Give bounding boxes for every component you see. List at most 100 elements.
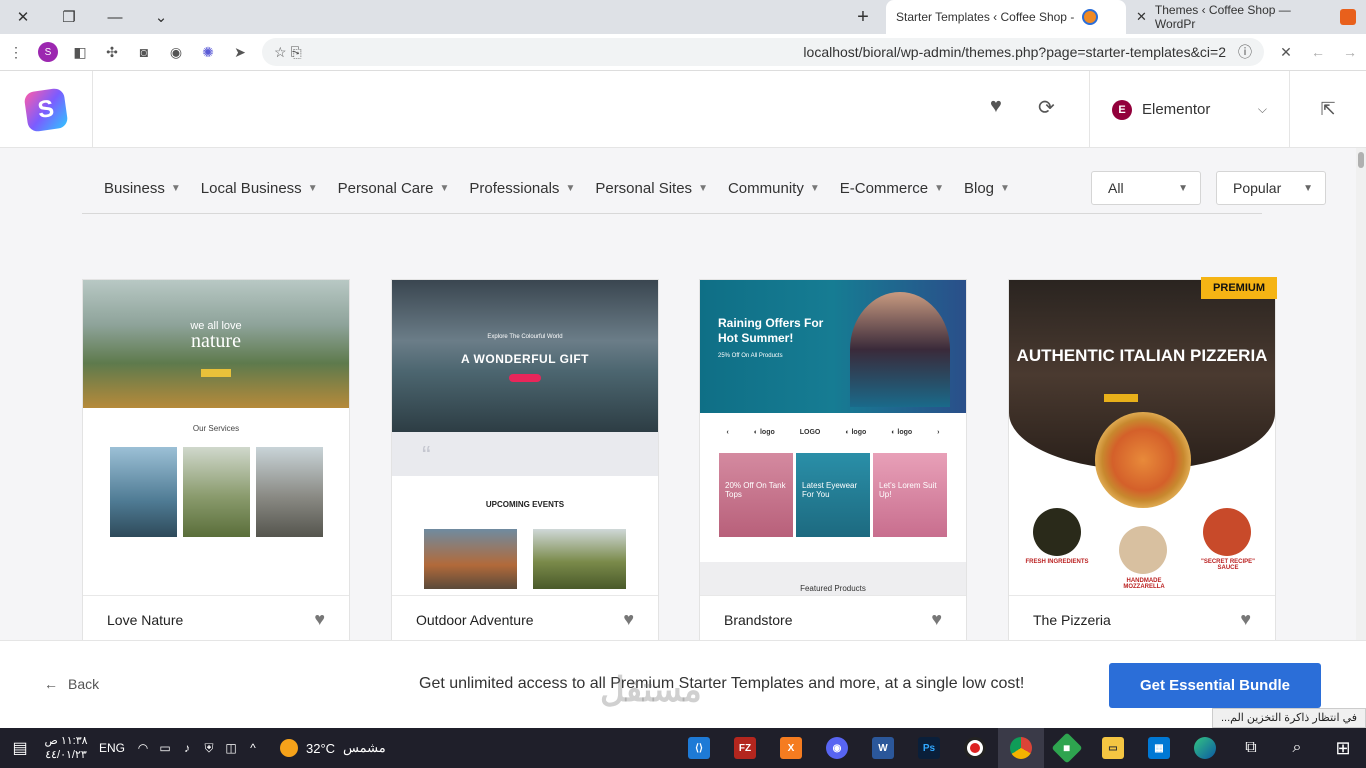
template-name: Outdoor Adventure bbox=[416, 611, 534, 628]
tab-search-icon[interactable]: ⌄ bbox=[138, 0, 184, 34]
file-explorer-icon[interactable]: ▭ bbox=[1090, 728, 1136, 768]
clock[interactable]: ١١:٣٨ ص ٤٤/٠١/٢٣ bbox=[40, 734, 92, 762]
site-info-icon[interactable]: ⓘ bbox=[1238, 42, 1252, 62]
template-preview[interactable]: Raining Offers For Hot Summer! 25% Off O… bbox=[700, 280, 966, 596]
forward-arrow-icon[interactable]: → bbox=[1334, 34, 1366, 71]
tab-close-icon[interactable]: ✕ bbox=[1136, 9, 1147, 25]
tab-starter-templates[interactable]: Starter Templates ‹ Coffee Shop - bbox=[886, 0, 1126, 34]
promo-tiles: 20% Off On Tank Tops Latest Eyewear For … bbox=[700, 453, 966, 537]
camera-icon[interactable]: ◙ bbox=[128, 34, 160, 71]
extensions-icon[interactable]: ✣ bbox=[96, 34, 128, 71]
category-local-business[interactable]: Local Business ▼ bbox=[201, 170, 318, 206]
show-hidden-icon[interactable]: ^ bbox=[242, 728, 264, 768]
card-footer: Love Nature ♥ bbox=[83, 595, 349, 643]
template-preview[interactable]: Explore The Colourful World A WONDERFUL … bbox=[392, 280, 658, 596]
page-scrollbar[interactable] bbox=[1356, 148, 1366, 640]
task-view-icon[interactable]: ⧉ bbox=[1228, 728, 1274, 768]
security-icon[interactable]: ⛨ bbox=[198, 728, 220, 768]
favorite-heart-icon[interactable]: ♥ bbox=[931, 609, 942, 630]
back-arrow-icon[interactable]: ← bbox=[1302, 34, 1334, 71]
taskbar-apps: ⟨⟩ FZ X ◉ W Ps ◆ ▭ ▦ ⧉ ⌕ ⊞ bbox=[676, 728, 1366, 768]
profile-avatar[interactable]: S bbox=[32, 34, 64, 71]
menu-dots-icon[interactable]: ⋮ bbox=[0, 34, 32, 71]
favorite-heart-icon[interactable]: ♥ bbox=[623, 609, 634, 630]
restore-window-icon[interactable]: ❐ bbox=[46, 0, 92, 34]
search-icon[interactable]: ⌕ bbox=[1274, 728, 1320, 768]
category-blog[interactable]: Blog ▼ bbox=[964, 170, 1010, 206]
notification-icon[interactable]: ▤ bbox=[0, 728, 40, 768]
tab-themes[interactable]: ✕ Themes ‹ Coffee Shop — WordPr bbox=[1126, 0, 1366, 34]
discord-icon[interactable]: ◉ bbox=[814, 728, 860, 768]
vscode-icon[interactable]: ⟨⟩ bbox=[676, 728, 722, 768]
battery-icon[interactable]: ▭ bbox=[154, 728, 176, 768]
service-image bbox=[109, 447, 177, 537]
git-icon[interactable]: ◆ bbox=[1044, 728, 1090, 768]
starter-templates-logo[interactable]: S bbox=[23, 86, 69, 133]
ingredient-image bbox=[1033, 508, 1081, 556]
category-personal-care[interactable]: Personal Care ▼ bbox=[338, 170, 450, 206]
ai-icon[interactable]: ✺ bbox=[192, 34, 224, 71]
xampp-icon[interactable]: X bbox=[768, 728, 814, 768]
favorite-heart-icon[interactable]: ♥ bbox=[1240, 609, 1251, 630]
word-icon[interactable]: W bbox=[860, 728, 906, 768]
meet-icon[interactable]: ◫ bbox=[220, 728, 242, 768]
category-label: Blog bbox=[964, 179, 995, 197]
hero-image: Raining Offers For Hot Summer! 25% Off O… bbox=[700, 280, 966, 413]
category-community[interactable]: Community ▼ bbox=[728, 170, 820, 206]
template-preview[interactable]: we all love nature Our Services bbox=[83, 280, 349, 596]
category-filter-bar: Business ▼ Local Business ▼ Personal Care ▼… bbox=[82, 170, 1262, 214]
windows-start-icon[interactable]: ⊞ bbox=[1320, 728, 1366, 768]
photoshop-icon[interactable]: Ps bbox=[906, 728, 952, 768]
wifi-icon[interactable]: ◠ bbox=[132, 728, 154, 768]
url-field[interactable]: ☆ ⎘ localhost/bioral/wp-admin/themes.php… bbox=[262, 38, 1264, 66]
template-name: Brandstore bbox=[724, 611, 793, 628]
sort-select[interactable]: Popular ▼ bbox=[1216, 171, 1326, 205]
record-icon[interactable]: ◉ bbox=[160, 34, 192, 71]
recorder-icon[interactable] bbox=[952, 728, 998, 768]
bookmark-star-icon[interactable]: ☆ ⎘ bbox=[274, 44, 302, 61]
section-title: Our Services bbox=[192, 424, 240, 433]
filezilla-icon[interactable]: FZ bbox=[722, 728, 768, 768]
category-personal-sites[interactable]: Personal Sites ▼ bbox=[595, 170, 708, 206]
edge-icon[interactable] bbox=[1182, 728, 1228, 768]
category-business[interactable]: Business ▼ bbox=[104, 170, 181, 206]
hero-image: we all love nature bbox=[83, 280, 349, 408]
language-indicator[interactable]: ENG bbox=[92, 741, 132, 755]
logo-strip: ‹ ◐ logo LOGO ◐ logo ◐ logo › bbox=[726, 428, 940, 436]
sun-icon bbox=[280, 739, 298, 757]
sidepanel-icon[interactable]: ◧ bbox=[64, 34, 96, 71]
type-filter-select[interactable]: All ▼ bbox=[1091, 171, 1201, 205]
hero-title: nature bbox=[191, 330, 241, 352]
template-card-love-nature[interactable]: we all love nature Our Services Love Nat… bbox=[82, 279, 350, 644]
exit-icon[interactable]: ⇱ bbox=[1289, 71, 1366, 148]
hero-image: Explore The Colourful World A WONDERFUL … bbox=[392, 280, 658, 432]
category-professionals[interactable]: Professionals ▼ bbox=[469, 170, 575, 206]
favorites-heart-icon[interactable]: ♥ bbox=[990, 95, 1002, 118]
model-image bbox=[850, 292, 950, 407]
favorite-heart-icon[interactable]: ♥ bbox=[314, 609, 325, 630]
new-tab-button[interactable]: + bbox=[840, 0, 886, 34]
minimize-window-icon[interactable]: — bbox=[92, 0, 138, 34]
cursor-icon[interactable]: ➤ bbox=[224, 34, 256, 71]
scrollbar-thumb[interactable] bbox=[1358, 152, 1364, 168]
template-card-outdoor-adventure[interactable]: Explore The Colourful World A WONDERFUL … bbox=[391, 279, 659, 644]
sync-icon[interactable]: ⟳ bbox=[1038, 95, 1055, 120]
back-button[interactable]: ← Back bbox=[44, 676, 99, 692]
volume-icon[interactable]: ♪ bbox=[176, 728, 198, 768]
tab-strip: + Starter Templates ‹ Coffee Shop - ✕ Th… bbox=[840, 0, 1366, 34]
weather-widget[interactable]: 32°C مشمس bbox=[280, 739, 386, 757]
ingredient-image bbox=[1119, 526, 1167, 574]
stop-icon[interactable]: ✕ bbox=[1270, 34, 1302, 71]
elementor-icon: E bbox=[1112, 99, 1132, 120]
template-card-brandstore[interactable]: Raining Offers For Hot Summer! 25% Off O… bbox=[699, 279, 967, 644]
service-image bbox=[255, 447, 323, 537]
category-ecommerce[interactable]: E-Commerce ▼ bbox=[840, 170, 944, 206]
template-card-the-pizzeria[interactable]: PREMIUM AUTHENTIC ITALIAN PIZZERIA FRESH… bbox=[1008, 277, 1277, 644]
close-window-icon[interactable]: ✕ bbox=[0, 0, 46, 34]
sort-value: Popular bbox=[1233, 180, 1282, 196]
store-icon[interactable]: ▦ bbox=[1136, 728, 1182, 768]
template-preview[interactable]: AUTHENTIC ITALIAN PIZZERIA FRESH INGREDI… bbox=[1009, 280, 1275, 596]
chrome-icon[interactable] bbox=[998, 728, 1044, 768]
get-essential-bundle-button[interactable]: Get Essential Bundle bbox=[1109, 663, 1321, 708]
page-builder-select[interactable]: E Elementor ⌵ bbox=[1089, 71, 1289, 148]
